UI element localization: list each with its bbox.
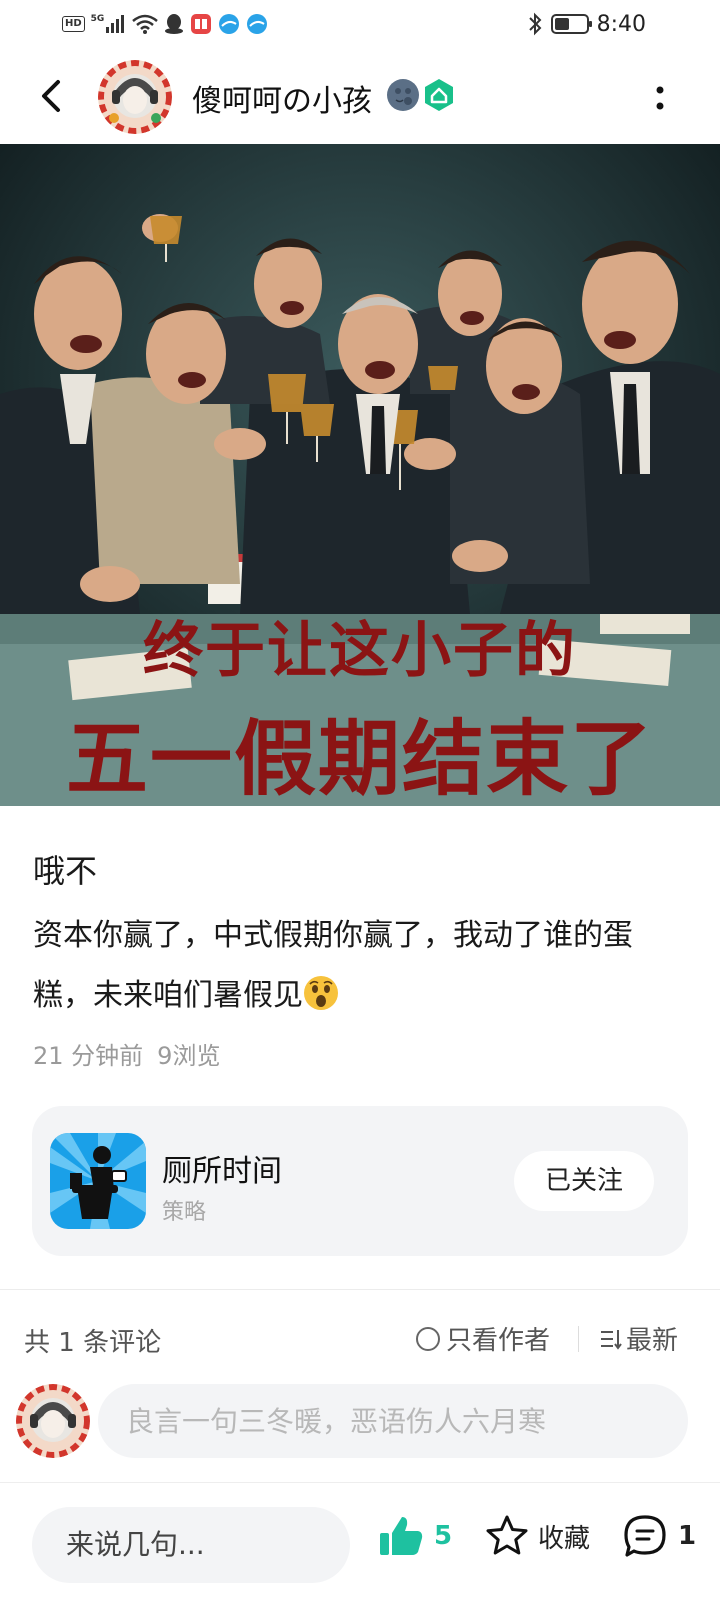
verified-badge-icon <box>425 79 453 111</box>
like-count: 5 <box>434 1521 453 1551</box>
author-name[interactable]: 傻呵呵の小孩 <box>192 76 372 120</box>
qq-icon <box>165 14 184 34</box>
author-avatar[interactable] <box>98 60 172 134</box>
bottom-action-bar: 来说几句... 5 收藏 1 <box>0 1482 720 1600</box>
image-caption-line1: 终于让这小子的 <box>143 616 577 686</box>
comment-count: 共 1 条评论 <box>24 1328 162 1358</box>
author-only-toggle[interactable]: 只看作者 <box>416 1320 550 1357</box>
post-body: 资本你赢了，中式假期你赢了，我动了谁的蛋糕，未来咱们暑假见 <box>33 906 683 1026</box>
status-icons-right: 8:40 <box>527 10 646 38</box>
post-meta: 21 分钟前 9浏览 <box>33 1036 220 1071</box>
moon-emoji-icon <box>387 79 419 111</box>
say-something-input[interactable]: 来说几句... <box>32 1507 350 1583</box>
game-name[interactable]: 厕所时间 <box>162 1146 282 1190</box>
thumbs-up-icon <box>380 1517 423 1555</box>
shocked-emoji-icon <box>304 976 338 1010</box>
favorite-button[interactable]: 收藏 <box>484 1513 590 1559</box>
follow-button[interactable]: 已关注 <box>514 1151 654 1211</box>
game-genre: 策略 <box>162 1200 207 1225</box>
reply-input[interactable] <box>98 1384 688 1458</box>
sort-label: 最新 <box>626 1326 679 1356</box>
toolbar-separator <box>578 1326 579 1352</box>
image-caption-line2: 五一假期结束了 <box>65 712 654 806</box>
chat-bubble-icon <box>624 1515 666 1557</box>
more-icon[interactable] <box>650 80 670 116</box>
favorite-label: 收藏 <box>538 1523 591 1554</box>
app-icon <box>191 14 212 34</box>
hd-icon: HD <box>62 16 85 32</box>
sort-icon <box>601 1329 622 1350</box>
status-bar: HD 5G 8:40 <box>0 0 720 48</box>
post-header: 傻呵呵の小孩 <box>0 52 720 144</box>
sort-toggle[interactable]: 最新 <box>600 1320 678 1357</box>
status-icons-left: HD 5G <box>62 12 268 36</box>
signal-icon: 5G <box>91 15 127 33</box>
wifi-icon <box>132 14 159 34</box>
comment-number: 1 <box>678 1521 697 1551</box>
browser-icon <box>247 14 268 34</box>
clock: 8:40 <box>596 11 646 37</box>
author-only-label: 只看作者 <box>446 1326 551 1356</box>
like-button[interactable]: 5 <box>378 1513 452 1559</box>
post-views: 9浏览 <box>157 1042 221 1070</box>
radio-circle-icon <box>416 1326 440 1351</box>
back-icon[interactable] <box>30 74 74 118</box>
star-icon <box>486 1515 528 1555</box>
bluetooth-icon <box>528 12 542 36</box>
post-time: 21 分钟前 <box>33 1042 144 1070</box>
post-image[interactable]: 终于让这小子的 五一假期结束了 <box>0 144 720 806</box>
battery-level <box>554 18 569 30</box>
post-title: 哦不 <box>33 852 98 890</box>
section-divider <box>0 1289 720 1290</box>
comment-button[interactable]: 1 <box>622 1513 696 1559</box>
battery-icon <box>550 14 592 34</box>
browser-icon <box>219 14 240 34</box>
game-card[interactable]: 厕所时间 策略 已关注 <box>32 1106 688 1256</box>
game-icon[interactable] <box>50 1133 146 1229</box>
user-avatar[interactable] <box>16 1384 90 1458</box>
